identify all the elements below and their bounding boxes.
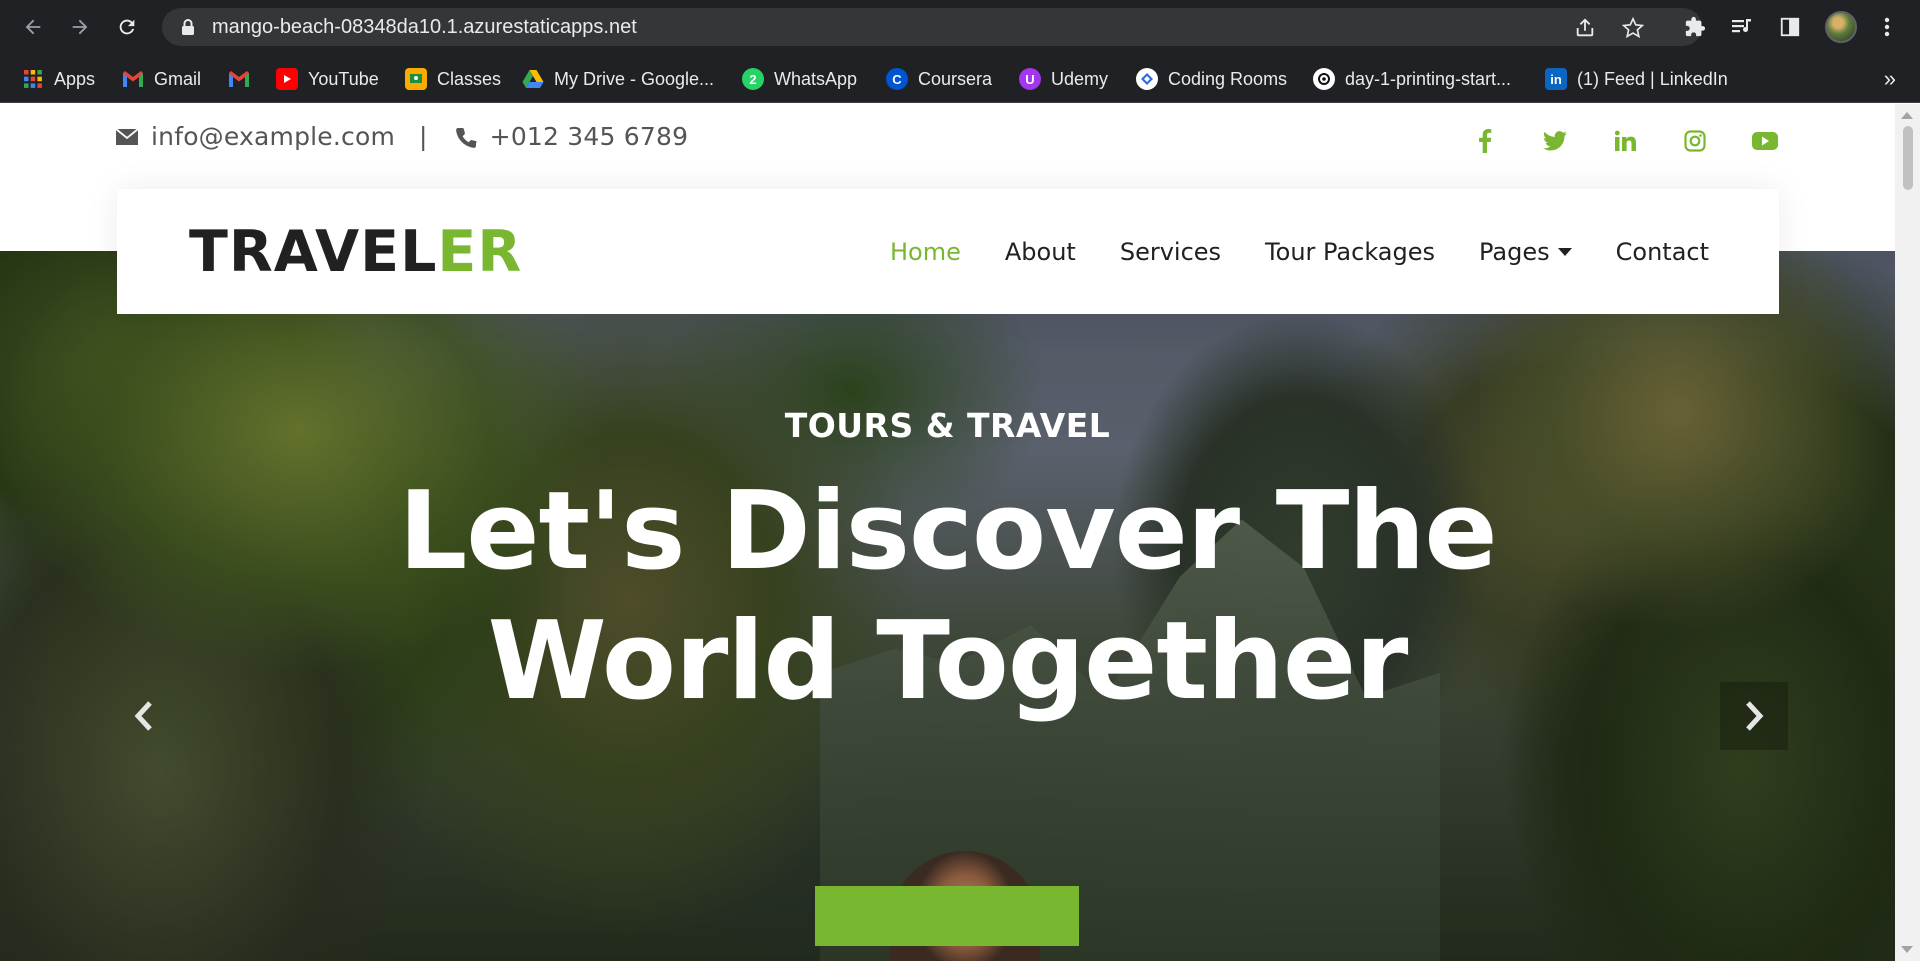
reload-icon	[119, 19, 135, 35]
bookmark-udemy[interactable]: U Udemy	[1019, 55, 1108, 103]
drive-icon	[522, 68, 544, 90]
bookmark-label: Gmail	[154, 68, 202, 89]
bookmark-label: day-1-printing-start...	[1345, 68, 1512, 89]
replit-icon	[1313, 68, 1335, 90]
scroll-down-arrow-icon[interactable]	[1901, 946, 1913, 953]
scroll-up-arrow-icon[interactable]	[1901, 112, 1913, 119]
hero-title-line-1: Let's Discover The	[398, 469, 1497, 594]
bookmark-label: WhatsApp	[774, 68, 858, 89]
bookmark-coursera[interactable]: C Coursera	[886, 55, 992, 103]
extensions-icon[interactable]	[1680, 12, 1710, 42]
youtube-icon	[276, 68, 298, 90]
coursera-icon: C	[886, 68, 908, 90]
browser-toolbar: mango-beach-08348da10.1.azurestaticapps.…	[0, 0, 1920, 55]
nav-tour-packages[interactable]: Tour Packages	[1265, 238, 1435, 266]
more-menu-icon[interactable]	[1872, 12, 1902, 42]
bookmark-apps[interactable]: Apps	[22, 55, 95, 103]
bookmark-label: Coding Rooms	[1168, 68, 1288, 89]
hero-subtitle: TOURS & TRAVEL	[784, 406, 1111, 445]
nav-services[interactable]: Services	[1120, 238, 1221, 266]
caret-down-icon	[1557, 247, 1572, 256]
main-navbar: TRAVELER Home About Services Tour Packag…	[117, 189, 1779, 314]
reload-button[interactable]	[112, 12, 142, 42]
email-text[interactable]: info@example.com	[151, 122, 395, 151]
share-icon[interactable]	[1574, 17, 1596, 44]
side-panel-icon[interactable]	[1775, 12, 1805, 42]
chevron-right-icon	[1746, 701, 1764, 731]
hero-cta-button[interactable]	[815, 886, 1079, 946]
bookmark-gmail[interactable]: Gmail	[122, 55, 201, 103]
nav-pages-dropdown[interactable]: Pages	[1479, 238, 1572, 266]
nav-links: Home About Services Tour Packages Pages …	[846, 189, 1709, 314]
nav-contact[interactable]: Contact	[1616, 238, 1709, 266]
gmail-icon	[228, 68, 250, 90]
page-scrollbar[interactable]	[1895, 104, 1920, 961]
brand-text-dark: TRAVEL	[189, 219, 438, 285]
bookmark-star-icon[interactable]	[1621, 16, 1645, 44]
hero-title: Let's Discover The World Together	[0, 467, 1895, 727]
bookmark-coding-rooms[interactable]: Coding Rooms	[1136, 55, 1287, 103]
bookmark-label: YouTube	[308, 68, 379, 89]
url-text: mango-beach-08348da10.1.azurestaticapps.…	[212, 16, 637, 38]
bookmark-whatsapp[interactable]: 2 WhatsApp	[742, 55, 857, 103]
envelope-icon	[115, 127, 139, 145]
bookmark-label: Classes	[437, 68, 502, 89]
contact-info: info@example.com | +012 345 6789	[115, 122, 688, 151]
facebook-icon[interactable]	[1470, 126, 1500, 156]
arrow-right-icon	[72, 19, 88, 35]
arrow-left-icon	[25, 19, 41, 35]
address-bar[interactable]: mango-beach-08348da10.1.azurestaticapps.…	[162, 8, 1702, 46]
chevron-left-icon	[134, 701, 152, 731]
bookmark-replit[interactable]: day-1-printing-start...	[1313, 55, 1511, 103]
bookmark-youtube[interactable]: YouTube	[276, 55, 379, 103]
bookmark-label: (1) Feed | LinkedIn	[1577, 68, 1728, 89]
brand-logo[interactable]: TRAVELER	[189, 217, 522, 287]
profile-avatar[interactable]	[1825, 11, 1857, 43]
apps-grid-icon	[22, 68, 44, 90]
linkedin-icon: in	[1545, 68, 1567, 90]
nav-about[interactable]: About	[1005, 238, 1076, 266]
instagram-icon[interactable]	[1680, 126, 1710, 156]
bookmark-linkedin[interactable]: in (1) Feed | LinkedIn	[1545, 55, 1728, 103]
bookmark-classes[interactable]: Classes	[405, 55, 501, 103]
social-links	[1470, 126, 1820, 156]
gmail-icon	[122, 68, 144, 90]
linkedin-icon[interactable]	[1610, 126, 1640, 156]
page-viewport: info@example.com | +012 345 6789 TOURS &…	[0, 104, 1895, 961]
hero-title-line-2: World Together	[487, 599, 1409, 724]
bookmarks-overflow-button[interactable]: »	[1884, 55, 1896, 103]
bookmark-label: My Drive - Google...	[554, 68, 715, 89]
bookmark-label: Coursera	[918, 68, 993, 89]
brand-text-green: ER	[437, 219, 523, 285]
nav-home[interactable]: Home	[890, 238, 961, 266]
twitter-icon[interactable]	[1540, 126, 1570, 156]
phone-icon	[455, 127, 477, 148]
nav-pages-label: Pages	[1479, 237, 1550, 266]
bookmarks-bar: Apps Gmail YouTube Classes My Drive - Go…	[0, 55, 1920, 103]
carousel-prev-button[interactable]	[110, 682, 178, 750]
lock-icon	[182, 19, 194, 35]
bookmark-label: Apps	[54, 68, 96, 89]
carousel-next-button[interactable]	[1720, 682, 1788, 750]
forward-button[interactable]	[65, 12, 95, 42]
media-control-icon[interactable]	[1727, 12, 1757, 42]
contact-separator: |	[419, 122, 428, 151]
classroom-icon	[405, 68, 427, 90]
bookmark-gmail-2[interactable]	[228, 55, 260, 103]
scrollbar-thumb[interactable]	[1903, 126, 1913, 190]
back-button[interactable]	[18, 12, 48, 42]
bookmark-drive[interactable]: My Drive - Google...	[522, 55, 714, 103]
udemy-icon: U	[1019, 68, 1041, 90]
whatsapp-icon: 2	[742, 68, 764, 90]
coding-rooms-icon	[1136, 68, 1158, 90]
bookmark-label: Udemy	[1051, 68, 1109, 89]
youtube-icon[interactable]	[1750, 126, 1780, 156]
phone-text[interactable]: +012 345 6789	[490, 122, 689, 151]
